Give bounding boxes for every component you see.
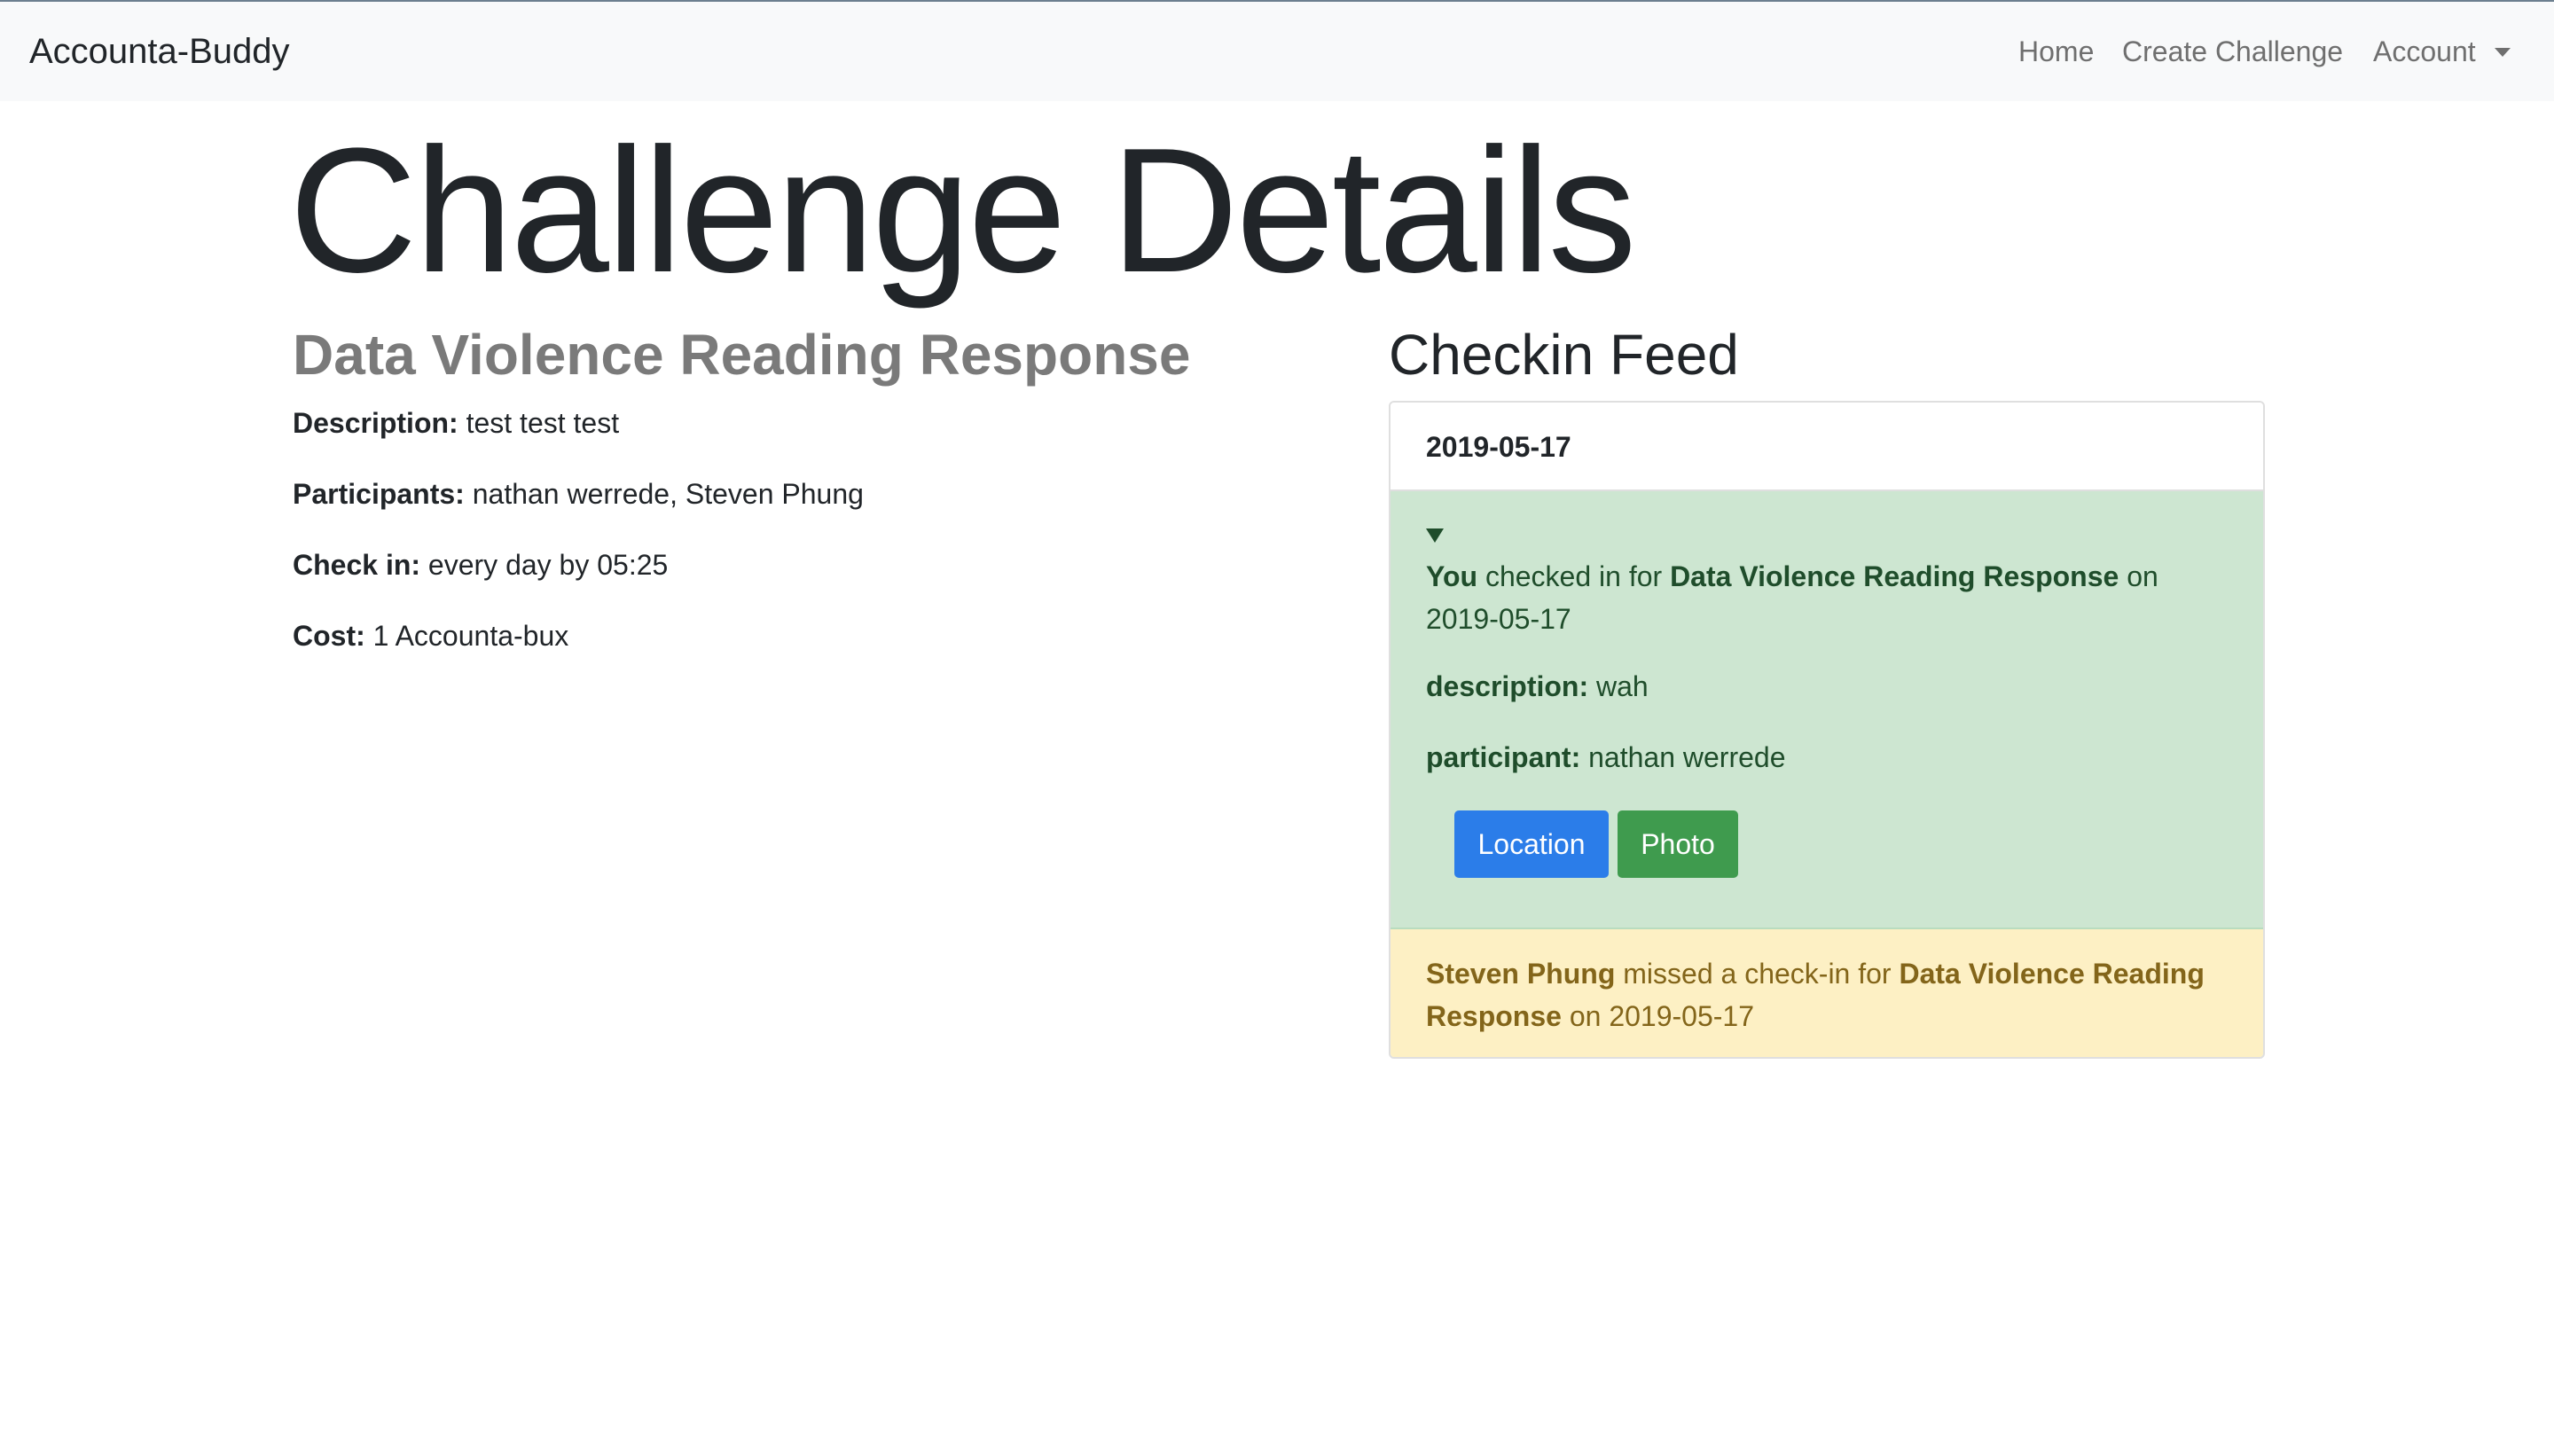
checkin-feed-title: Checkin Feed bbox=[1389, 323, 1739, 387]
detail-value: test test test bbox=[466, 407, 620, 439]
navbar: Accounta-Buddy Home Create Challenge Acc… bbox=[0, 2, 2554, 101]
checkin-connector: on bbox=[2119, 560, 2158, 592]
photo-button[interactable]: Photo bbox=[1618, 810, 1738, 878]
missed-action: missed a check-in for bbox=[1615, 958, 1900, 990]
checkin-participant: participant: nathan werrede bbox=[1426, 738, 1786, 777]
brand-link[interactable]: Accounta-Buddy bbox=[29, 28, 290, 74]
challenge-checkin-schedule: Check in: every day by 05:25 bbox=[293, 545, 668, 584]
missed-actor: Steven Phung bbox=[1426, 958, 1616, 990]
missed-checkin-entry: Steven Phung missed a check-in for Data … bbox=[1391, 929, 2263, 1057]
detail-value: 1 Accounta-bux bbox=[372, 620, 569, 652]
challenge-name: Data Violence Reading Response bbox=[293, 323, 1191, 387]
nav-home[interactable]: Home bbox=[2018, 32, 2094, 71]
checkin-entry: You checked in for Data Violence Reading… bbox=[1391, 491, 2263, 929]
detail-label: Check in: bbox=[293, 549, 421, 581]
checkin-date: 2019-05-17 bbox=[1426, 603, 1571, 635]
checkin-feed-card: 2019-05-17 You checked in for Data Viole… bbox=[1389, 401, 2265, 1059]
challenge-cost: Cost: 1 Accounta-bux bbox=[293, 616, 568, 655]
detail-label: Cost: bbox=[293, 620, 365, 652]
checkin-actor: You bbox=[1426, 560, 1478, 592]
missed-connector: on bbox=[1561, 1000, 1610, 1032]
location-button[interactable]: Location bbox=[1454, 810, 1609, 878]
detail-label: Participants: bbox=[293, 478, 465, 510]
detail-value: every day by 05:25 bbox=[427, 549, 669, 581]
checkin-participant-value: nathan werrede bbox=[1588, 741, 1786, 773]
triangle-down-icon[interactable] bbox=[1426, 528, 1444, 543]
chevron-down-icon[interactable] bbox=[2495, 48, 2511, 57]
feed-date: 2019-05-17 bbox=[1426, 431, 1571, 463]
challenge-description: Description: test test test bbox=[293, 403, 619, 442]
nav-create-challenge[interactable]: Create Challenge bbox=[2122, 32, 2343, 71]
checkin-challenge-name: Data Violence Reading Response bbox=[1670, 560, 2119, 592]
missed-date: 2019-05-17 bbox=[1609, 1000, 1754, 1032]
checkin-message: You checked in for Data Violence Reading… bbox=[1426, 555, 2233, 640]
checkin-description-label: description: bbox=[1426, 670, 1589, 702]
nav-account-dropdown[interactable]: Account bbox=[2373, 32, 2476, 71]
challenge-participants: Participants: nathan werrede, Steven Phu… bbox=[293, 474, 864, 513]
feed-card-header: 2019-05-17 bbox=[1391, 403, 2263, 491]
detail-label: Description: bbox=[293, 407, 458, 439]
detail-value: nathan werrede, Steven Phung bbox=[472, 478, 864, 510]
checkin-description-value: wah bbox=[1596, 670, 1649, 702]
checkin-description: description: wah bbox=[1426, 667, 1649, 706]
checkin-participant-label: participant: bbox=[1426, 741, 1581, 773]
page-title: Challenge Details bbox=[289, 112, 1637, 309]
missed-checkin-message: Steven Phung missed a check-in for Data … bbox=[1426, 952, 2251, 1037]
checkin-action: checked in for bbox=[1477, 560, 1671, 592]
